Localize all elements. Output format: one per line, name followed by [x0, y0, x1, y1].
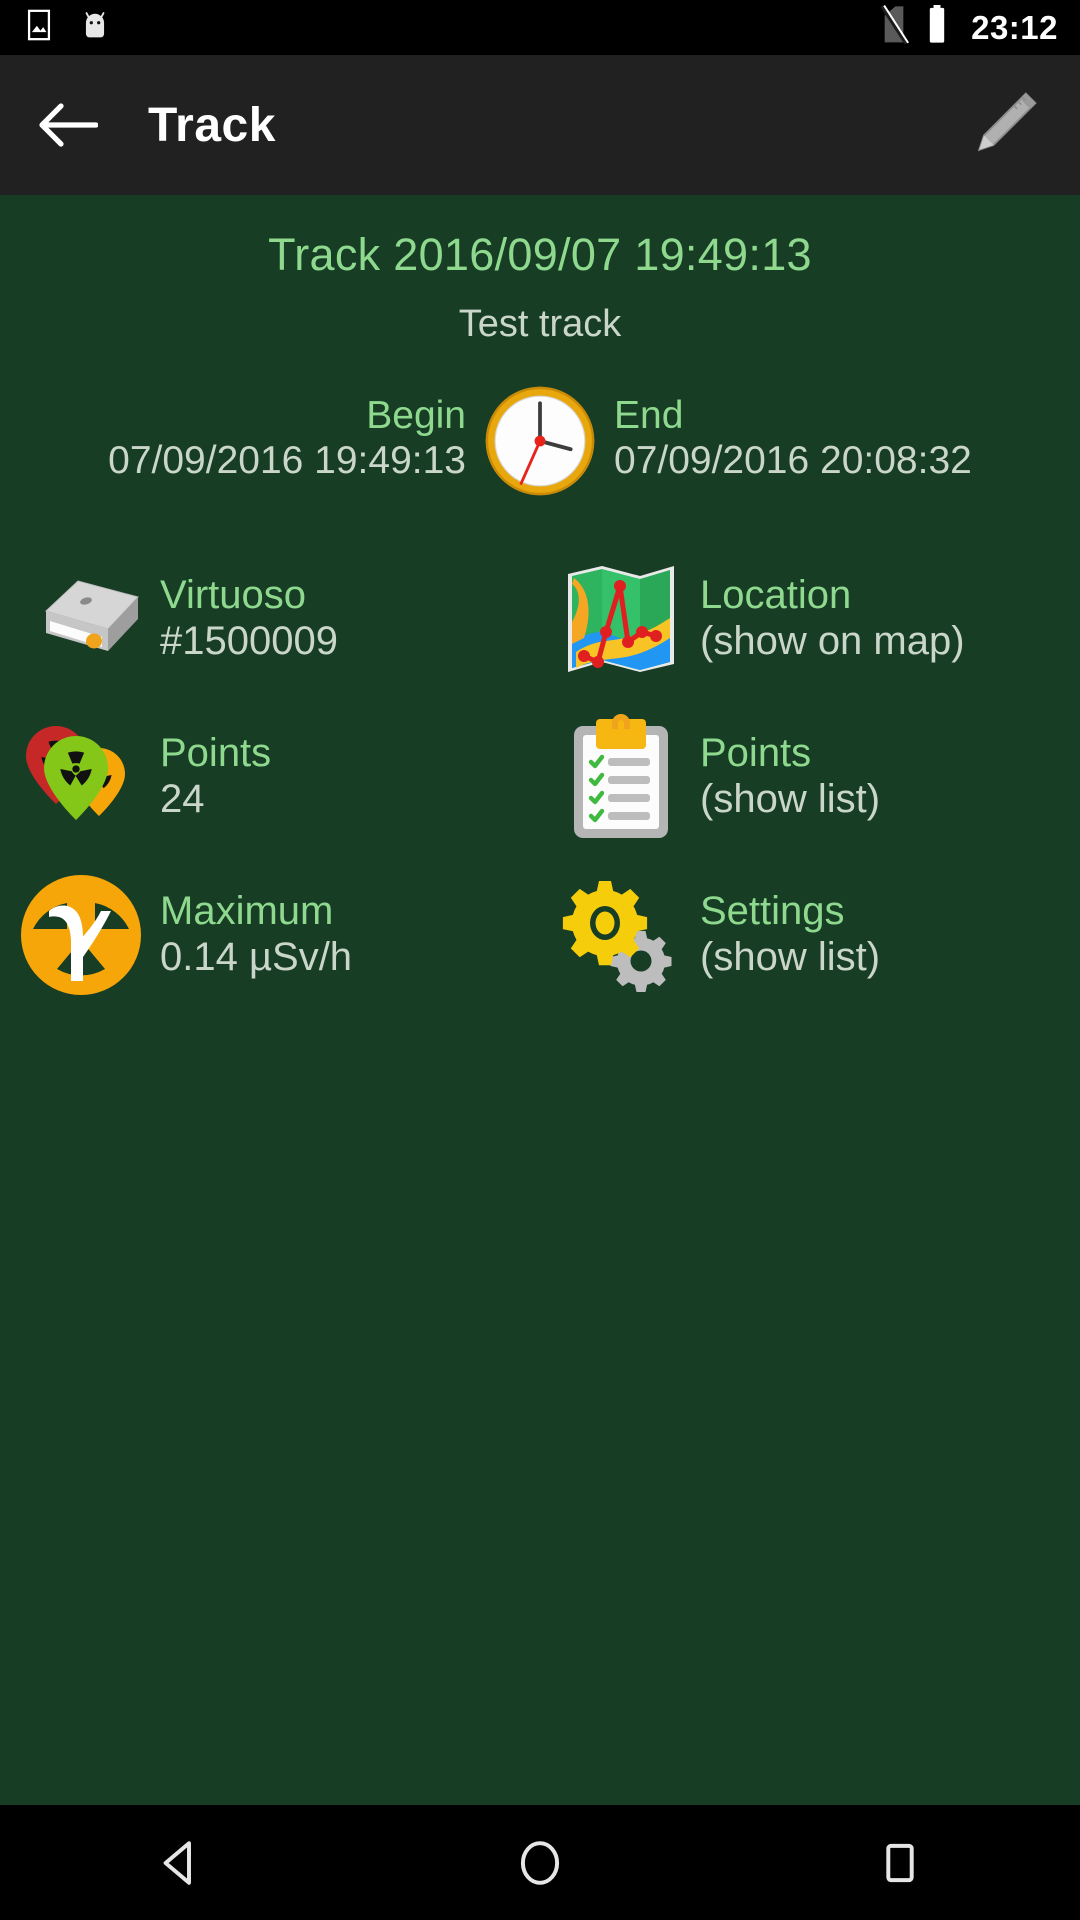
tile-row: Virtuoso #1500009 Location (show on map)	[0, 540, 1080, 698]
gamma-radiation-icon	[18, 872, 144, 998]
tile-label: Settings	[700, 888, 845, 933]
tile-text: Maximum 0.14 µSv/h	[160, 889, 352, 982]
tile-points-list[interactable]: Points (show list)	[540, 698, 1080, 856]
tile-location[interactable]: Location (show on map)	[540, 540, 1080, 698]
tile-text: Location (show on map)	[700, 573, 965, 666]
page-title: Track	[148, 98, 276, 152]
app-bar: Track	[0, 55, 1080, 195]
battery-icon	[925, 5, 949, 50]
track-info-tiles: Virtuoso #1500009 Location (show on map)…	[0, 540, 1080, 1014]
nav-back-triangle-icon[interactable]	[105, 1805, 255, 1920]
tile-settings[interactable]: Settings (show list)	[540, 856, 1080, 1014]
tile-value: (show list)	[700, 777, 881, 822]
tile-label: Location	[700, 572, 852, 617]
status-bar-notifications	[22, 8, 112, 47]
end-label: End	[614, 394, 684, 438]
status-bar-clock: 23:12	[971, 8, 1058, 46]
clipboard-checklist-icon	[558, 714, 684, 840]
tile-points-count[interactable]: Points 24	[0, 698, 540, 856]
map-route-icon	[558, 556, 684, 682]
tile-row: Points 24 Points (show list)	[0, 698, 1080, 856]
tile-device[interactable]: Virtuoso #1500009	[0, 540, 540, 698]
tile-value: 0.14 µSv/h	[160, 935, 353, 980]
tile-value: (show list)	[700, 935, 881, 980]
tile-label: Maximum	[160, 888, 334, 933]
tile-value: #1500009	[160, 619, 338, 664]
track-begin: Begin 07/09/2016 19:49:13	[50, 394, 480, 486]
begin-label: Begin	[366, 394, 466, 438]
tile-value: (show on map)	[700, 619, 965, 664]
tile-text: Points (show list)	[700, 731, 880, 824]
gears-icon	[558, 872, 684, 998]
status-bar: 23:12	[0, 0, 1080, 55]
navigation-bar	[0, 1805, 1080, 1920]
tile-text: Virtuoso #1500009	[160, 573, 338, 666]
tile-label: Points	[700, 730, 812, 775]
tile-maximum[interactable]: Maximum 0.14 µSv/h	[0, 856, 540, 1014]
tile-text: Points 24	[160, 731, 271, 824]
tile-label: Points	[160, 730, 272, 775]
no-sim-icon	[877, 4, 911, 50]
tile-value: 24	[160, 777, 205, 822]
radiation-markers-icon	[18, 714, 144, 840]
track-detail-content: Track 2016/09/07 19:49:13 Test track Beg…	[0, 195, 1080, 1805]
track-time-range: Begin 07/09/2016 19:49:13 End 07/09/2016…	[0, 382, 1080, 500]
track-end: End 07/09/2016 20:08:32	[600, 394, 1030, 486]
hard-drive-icon	[18, 556, 144, 682]
status-bar-system-icons: 23:12	[877, 4, 1058, 50]
back-arrow-icon[interactable]	[36, 93, 100, 157]
tile-text: Settings (show list)	[700, 889, 880, 982]
begin-value: 07/09/2016 19:49:13	[108, 439, 466, 483]
pencil-edit-icon[interactable]	[964, 85, 1044, 165]
track-description: Test track	[458, 303, 622, 345]
end-value: 07/09/2016 20:08:32	[614, 439, 972, 483]
gallery-icon	[22, 8, 56, 47]
tile-row: Maximum 0.14 µSv/h Settings (show list)	[0, 856, 1080, 1014]
nav-recents-square-icon[interactable]	[825, 1805, 975, 1920]
nav-home-circle-icon[interactable]	[465, 1805, 615, 1920]
tile-label: Virtuoso	[160, 572, 307, 617]
analog-clock-icon	[480, 382, 600, 500]
android-mascot-icon	[78, 8, 112, 47]
track-name: Track 2016/09/07 19:49:13	[268, 229, 812, 280]
